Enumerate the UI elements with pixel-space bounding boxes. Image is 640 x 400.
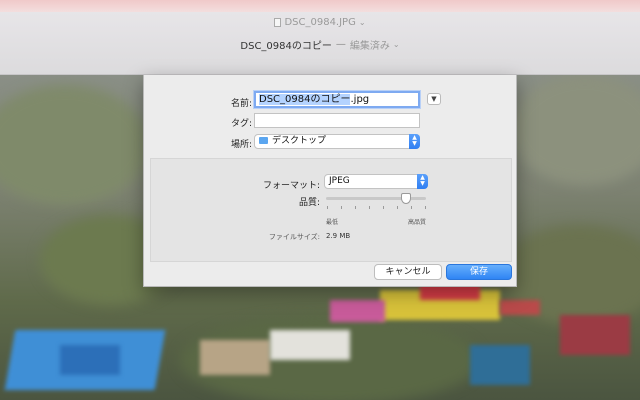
location-popup[interactable]: デスクトップ ▲ ▼ <box>254 134 420 149</box>
document-tab-chevron-icon: ⌄ <box>358 17 366 27</box>
chevron-down-icon: ▼ <box>431 95 437 103</box>
format-stepper-icon: ▲ ▼ <box>417 174 428 189</box>
quality-max-label: 高品質 <box>408 219 427 226</box>
save-button[interactable]: 保存 <box>446 264 512 280</box>
name-field-selected-text: DSC_0984のコピー <box>259 94 351 105</box>
window-title-separator: — <box>335 38 346 50</box>
filesize-label: ファイルサイズ: <box>268 233 320 241</box>
expand-dialog-button[interactable]: ▼ <box>427 93 441 105</box>
quality-slider-thumb[interactable] <box>401 193 411 204</box>
save-sheet: 名前: DSC_0984のコピー.jpg ▼ タグ: 場所: デスクトップ ▲ ▼… <box>143 75 517 287</box>
quality-slider[interactable] <box>326 193 426 204</box>
quality-tick <box>355 206 356 209</box>
quality-tick <box>341 206 342 209</box>
name-field-extension: .jpg <box>350 94 370 105</box>
quality-tick <box>425 206 426 209</box>
tags-label: タグ: <box>230 119 252 129</box>
quality-tick <box>383 206 384 209</box>
window-title-chevron-icon: ⌄ <box>392 39 400 49</box>
format-value: JPEG <box>329 176 350 186</box>
quality-tick <box>369 206 370 209</box>
document-tab[interactable]: DSC_0984.JPG ⌄ <box>0 12 640 32</box>
location-value: デスクトップ <box>272 136 327 146</box>
cancel-button[interactable]: キャンセル <box>374 264 442 280</box>
name-label: 名前: <box>230 99 252 109</box>
window-title[interactable]: DSC_0984のコピー — 編集済み ⌄ <box>0 36 640 52</box>
window-top-strip <box>0 0 640 12</box>
name-field[interactable]: DSC_0984のコピー.jpg <box>254 91 420 108</box>
quality-min-label: 最低 <box>326 219 339 226</box>
quality-tick <box>397 206 398 209</box>
window-title-name: DSC_0984のコピー <box>240 40 332 52</box>
format-popup[interactable]: JPEG ▲ ▼ <box>324 174 428 189</box>
location-stepper-icon: ▲ ▼ <box>409 134 420 149</box>
tags-field[interactable] <box>254 113 420 128</box>
quality-tick <box>411 206 412 209</box>
format-label: フォーマット: <box>262 181 320 191</box>
document-tab-label: DSC_0984.JPG <box>284 16 356 28</box>
location-label: 場所: <box>230 140 252 150</box>
quality-label: 品質: <box>298 198 320 208</box>
quality-tick <box>327 206 328 209</box>
document-icon <box>274 17 282 27</box>
folder-icon <box>259 137 268 144</box>
window-title-status: 編集済み <box>349 40 390 52</box>
filesize-value: 2.9 MB <box>326 232 351 240</box>
window-titlebar: DSC_0984.JPG ⌄ DSC_0984のコピー — 編集済み ⌄ <box>0 0 640 75</box>
